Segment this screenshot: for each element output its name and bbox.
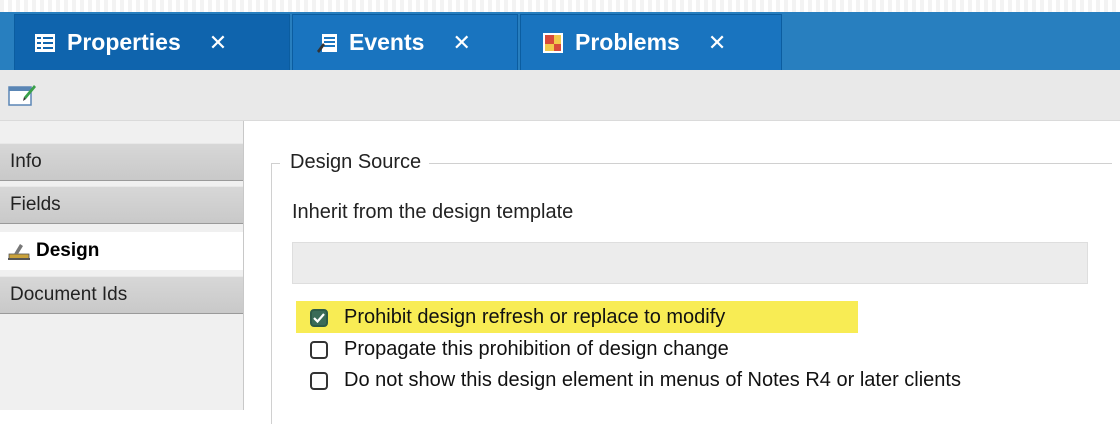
propagate-prohibition-option[interactable]: Propagate this prohibition of design cha… — [310, 338, 729, 361]
propagate-prohibition-checkbox[interactable] — [310, 340, 328, 359]
events-icon — [317, 33, 337, 53]
toolbar — [0, 70, 1120, 121]
sidebar-item-info[interactable]: Info — [0, 143, 243, 181]
close-icon[interactable]: ✕ — [209, 30, 227, 56]
design-panel: Design Source Inherit from the design te… — [244, 121, 1120, 424]
propagate-prohibition-label: Propagate this prohibition of design cha… — [344, 338, 729, 360]
prohibit-refresh-checkbox[interactable] — [310, 308, 328, 327]
prohibit-refresh-option[interactable]: Prohibit design refresh or replace to mo… — [310, 306, 725, 329]
tab-events[interactable]: Events ✕ — [292, 14, 518, 70]
inherit-template-label: Inherit from the design template — [292, 201, 574, 223]
sidebar-item-fields[interactable]: Fields — [0, 186, 243, 224]
checkmark-icon — [313, 312, 325, 323]
prohibit-refresh-label: Prohibit design refresh or replace to mo… — [344, 306, 726, 328]
hide-from-menus-checkbox[interactable] — [310, 371, 328, 390]
sidebar-item-label: Design — [36, 240, 100, 261]
properties-sidebar: Info Fields Design Document Ids — [0, 121, 244, 410]
tab-events-label: Events — [349, 29, 425, 55]
sidebar-item-label: Document Ids — [10, 284, 128, 305]
sidebar-item-design[interactable]: Design — [0, 232, 243, 270]
design-source-legend: Design Source — [280, 151, 430, 174]
inherit-template-field[interactable] — [292, 242, 1088, 284]
properties-list-icon — [35, 33, 55, 52]
sidebar-item-label: Info — [10, 151, 42, 172]
close-icon[interactable]: ✕ — [708, 30, 726, 56]
tab-problems-label: Problems — [575, 29, 680, 55]
hide-from-menus-label: Do not show this design element in menus… — [344, 369, 961, 391]
sidebar-item-label: Fields — [10, 194, 61, 215]
tab-properties-label: Properties — [67, 29, 181, 55]
tab-problems[interactable]: Problems ✕ — [520, 14, 782, 70]
view-tab-bar: Properties ✕ Events ✕ Problems ✕ — [0, 0, 1120, 70]
edit-document-icon[interactable] — [8, 83, 36, 107]
design-icon — [8, 244, 30, 260]
hide-from-menus-option[interactable]: Do not show this design element in menus… — [310, 369, 961, 392]
close-icon[interactable]: ✕ — [452, 30, 470, 56]
tab-properties[interactable]: Properties ✕ — [14, 14, 290, 70]
problems-icon — [543, 32, 563, 53]
sidebar-item-document-ids[interactable]: Document Ids — [0, 276, 243, 314]
